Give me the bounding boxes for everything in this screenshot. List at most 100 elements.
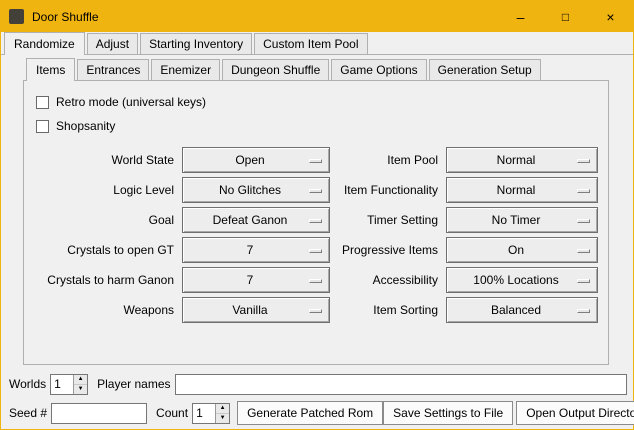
weapons-dropdown[interactable]: Vanilla (182, 297, 330, 323)
dropdown-indicator-icon (577, 309, 590, 313)
item-functionality-value: Normal (497, 183, 548, 197)
crystals-harm-ganon-value: 7 (247, 273, 266, 287)
window-controls: – □ × (498, 1, 633, 32)
tab-dungeon-shuffle[interactable]: Dungeon Shuffle (222, 59, 329, 80)
sub-tabbar: Items Entrances Enemizer Dungeon Shuffle… (23, 58, 633, 80)
tab-adjust[interactable]: Adjust (87, 33, 138, 54)
options-grid: World State Open Item Pool Normal Logic … (38, 147, 608, 323)
dropdown-indicator-icon (309, 249, 322, 253)
shopsanity-label: Shopsanity (56, 119, 115, 133)
weapons-label: Weapons (38, 303, 174, 317)
player-names-input[interactable] (175, 374, 628, 395)
minimize-button[interactable]: – (498, 1, 543, 32)
item-pool-value: Normal (497, 153, 548, 167)
logic-level-value: No Glitches (219, 183, 293, 197)
goal-value: Defeat Ganon (213, 213, 300, 227)
dropdown-indicator-icon (309, 219, 322, 223)
tab-entrances[interactable]: Entrances (77, 59, 149, 80)
item-sorting-dropdown[interactable]: Balanced (446, 297, 598, 323)
worlds-row: Worlds ▲ ▼ Player names (9, 372, 627, 396)
count-spinner: ▲ ▼ (192, 403, 230, 424)
seed-label: Seed # (9, 406, 47, 420)
progressive-items-dropdown[interactable]: On (446, 237, 598, 263)
checkbox-icon (36, 96, 49, 109)
count-label: Count (156, 406, 188, 420)
randomize-pane: Items Entrances Enemizer Dungeon Shuffle… (1, 54, 633, 366)
tab-starting-inventory[interactable]: Starting Inventory (140, 33, 252, 54)
tab-game-options[interactable]: Game Options (331, 59, 426, 80)
tab-randomize[interactable]: Randomize (4, 32, 85, 55)
dropdown-indicator-icon (309, 159, 322, 163)
crystals-harm-ganon-label: Crystals to harm Ganon (38, 273, 174, 287)
accessibility-dropdown[interactable]: 100% Locations (446, 267, 598, 293)
progressive-items-value: On (508, 243, 536, 257)
seed-row: Seed # Count ▲ ▼ Generate Patched Rom Sa… (9, 401, 627, 425)
item-functionality-dropdown[interactable]: Normal (446, 177, 598, 203)
app-icon (9, 9, 24, 24)
window: Door Shuffle – □ × Randomize Adjust Star… (0, 0, 634, 430)
player-names-label: Player names (97, 377, 170, 391)
retro-mode-checkbox[interactable]: Retro mode (universal keys) (36, 90, 608, 114)
world-state-value: Open (235, 153, 276, 167)
logic-level-dropdown[interactable]: No Glitches (182, 177, 330, 203)
worlds-spin-down-button[interactable]: ▼ (74, 384, 87, 394)
goal-dropdown[interactable]: Defeat Ganon (182, 207, 330, 233)
window-title: Door Shuffle (32, 10, 99, 24)
dropdown-indicator-icon (577, 159, 590, 163)
dropdown-indicator-icon (309, 189, 322, 193)
item-sorting-value: Balanced (491, 303, 553, 317)
crystals-open-gt-dropdown[interactable]: 7 (182, 237, 330, 263)
close-icon: × (606, 9, 614, 25)
world-state-dropdown[interactable]: Open (182, 147, 330, 173)
seed-input[interactable] (51, 403, 147, 424)
count-spin-down-button[interactable]: ▼ (216, 413, 229, 423)
dropdown-indicator-icon (577, 249, 590, 253)
item-pool-dropdown[interactable]: Normal (446, 147, 598, 173)
spin-down-icon: ▼ (220, 415, 226, 421)
close-button[interactable]: × (588, 1, 633, 32)
checkbox-icon (36, 120, 49, 133)
item-sorting-label: Item Sorting (338, 303, 438, 317)
open-output-directory-button[interactable]: Open Output Directory (516, 401, 634, 425)
count-spinner-arrows: ▲ ▼ (215, 404, 229, 423)
bottom-panel: Worlds ▲ ▼ Player names Seed # Count ▲ ▼ (1, 366, 633, 429)
count-input[interactable] (193, 404, 215, 423)
dropdown-indicator-icon (309, 279, 322, 283)
save-settings-button[interactable]: Save Settings to File (383, 401, 513, 425)
tab-generation-setup[interactable]: Generation Setup (429, 59, 541, 80)
crystals-harm-ganon-dropdown[interactable]: 7 (182, 267, 330, 293)
tab-enemizer[interactable]: Enemizer (151, 59, 220, 80)
worlds-spinner: ▲ ▼ (50, 374, 88, 395)
worlds-spinner-arrows: ▲ ▼ (73, 375, 87, 394)
spin-up-icon: ▲ (220, 405, 226, 411)
timer-setting-value: No Timer (492, 213, 553, 227)
weapons-value: Vanilla (232, 303, 279, 317)
item-pool-label: Item Pool (338, 153, 438, 167)
dropdown-indicator-icon (577, 219, 590, 223)
logic-level-label: Logic Level (38, 183, 174, 197)
crystals-open-gt-label: Crystals to open GT (38, 243, 174, 257)
accessibility-value: 100% Locations (473, 273, 570, 287)
tab-items[interactable]: Items (26, 58, 75, 81)
timer-setting-label: Timer Setting (338, 213, 438, 227)
goal-label: Goal (38, 213, 174, 227)
tab-custom-item-pool[interactable]: Custom Item Pool (254, 33, 367, 54)
spin-up-icon: ▲ (78, 376, 84, 382)
item-functionality-label: Item Functionality (338, 183, 438, 197)
items-pane: Retro mode (universal keys) Shopsanity W… (23, 80, 609, 365)
dropdown-indicator-icon (577, 189, 590, 193)
worlds-spin-up-button[interactable]: ▲ (74, 375, 87, 384)
progressive-items-label: Progressive Items (338, 243, 438, 257)
count-spin-up-button[interactable]: ▲ (216, 404, 229, 413)
worlds-input[interactable] (51, 375, 73, 394)
generate-patched-rom-button[interactable]: Generate Patched Rom (237, 401, 383, 425)
retro-mode-label: Retro mode (universal keys) (56, 95, 206, 109)
maximize-button[interactable]: □ (543, 1, 588, 32)
timer-setting-dropdown[interactable]: No Timer (446, 207, 598, 233)
crystals-open-gt-value: 7 (247, 243, 266, 257)
shopsanity-checkbox[interactable]: Shopsanity (36, 114, 608, 138)
dropdown-indicator-icon (577, 279, 590, 283)
world-state-label: World State (38, 153, 174, 167)
dropdown-indicator-icon (309, 309, 322, 313)
worlds-label: Worlds (9, 377, 46, 391)
